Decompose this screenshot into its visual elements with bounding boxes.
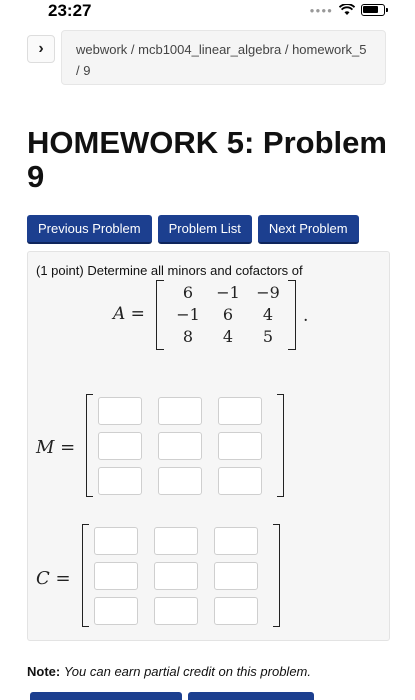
matrix-a-name: A xyxy=(113,304,126,324)
cofactor-input-2-1[interactable] xyxy=(94,562,138,590)
previous-problem-button[interactable]: Previous Problem xyxy=(27,215,152,244)
left-bracket xyxy=(82,524,89,627)
minor-input-1-2[interactable] xyxy=(158,397,202,425)
matrix-a-cell: 8 xyxy=(182,327,194,346)
note-text: You can earn partial credit on this prob… xyxy=(63,664,311,679)
problem-statement: (1 point) Determine all minors and cofac… xyxy=(36,263,303,278)
cofactor-input-1-3[interactable] xyxy=(214,527,258,555)
wifi-icon xyxy=(339,4,355,15)
signal-icon: ●●●● xyxy=(309,5,333,15)
next-problem-button[interactable]: Next Problem xyxy=(257,215,359,244)
matrix-a-cell: −1 xyxy=(176,305,200,324)
cofactor-input-3-1[interactable] xyxy=(94,597,138,625)
matrix-a-label: A = xyxy=(113,304,145,324)
status-time: 23:27 xyxy=(48,1,92,20)
minor-input-3-3[interactable] xyxy=(218,467,262,495)
breadcrumb[interactable]: webwork / mcb1004_linear_algebra / homew… xyxy=(61,30,386,85)
minor-input-3-1[interactable] xyxy=(98,467,142,495)
cofactor-matrix-name: C xyxy=(36,568,50,589)
page-title: HOMEWORK 5: Problem 9 xyxy=(27,125,387,194)
cofactor-input-2-3[interactable] xyxy=(214,562,258,590)
breadcrumb-toggle-button[interactable]: › xyxy=(27,35,55,63)
equals-sign: = xyxy=(49,568,71,589)
cofactor-input-2-2[interactable] xyxy=(154,562,198,590)
matrix-a-cell: 4 xyxy=(222,327,234,346)
minor-input-3-2[interactable] xyxy=(158,467,202,495)
minor-input-2-1[interactable] xyxy=(98,432,142,460)
right-bracket xyxy=(288,280,296,350)
matrix-a-cell: −1 xyxy=(216,283,240,302)
problem-list-button[interactable]: Problem List xyxy=(157,215,252,244)
minor-input-2-2[interactable] xyxy=(158,432,202,460)
status-icons: ●●●● xyxy=(309,4,388,16)
battery-icon xyxy=(361,4,388,16)
chevron-right-icon: › xyxy=(38,40,44,57)
breadcrumb-path[interactable]: webwork / mcb1004_linear_algebra / homew… xyxy=(76,42,367,78)
matrix-a-cell: 5 xyxy=(262,327,274,346)
left-bracket xyxy=(86,394,93,497)
minor-input-2-3[interactable] xyxy=(218,432,262,460)
minor-matrix-label: M = xyxy=(36,437,75,458)
right-bracket xyxy=(273,524,280,627)
equals-sign: = xyxy=(125,304,145,324)
minor-matrix xyxy=(86,394,284,497)
status-bar: 23:27 ●●●● xyxy=(0,0,415,24)
right-bracket xyxy=(277,394,284,497)
matrix-a: 6 −1 −9 −1 6 4 8 4 5 xyxy=(156,280,296,350)
minor-input-1-1[interactable] xyxy=(98,397,142,425)
matrix-a-cell: 4 xyxy=(262,305,274,324)
partial-credit-note: Note: You can earn partial credit on thi… xyxy=(27,664,311,679)
cofactor-matrix xyxy=(82,524,280,627)
cofactor-matrix-label: C = xyxy=(36,568,71,589)
minor-input-1-3[interactable] xyxy=(218,397,262,425)
minor-input-grid xyxy=(98,397,262,497)
minor-matrix-name: M xyxy=(36,437,55,458)
equals-sign: = xyxy=(54,437,76,458)
cofactor-input-3-2[interactable] xyxy=(154,597,198,625)
matrix-a-cell: −9 xyxy=(256,283,280,302)
cofactor-input-grid xyxy=(94,527,258,627)
problem-points: (1 point) xyxy=(36,263,84,278)
matrix-a-cell: 6 xyxy=(182,283,194,302)
matrix-a-grid: 6 −1 −9 −1 6 4 8 4 5 xyxy=(168,282,288,348)
left-bracket xyxy=(156,280,164,350)
matrix-a-cell: 6 xyxy=(222,305,234,324)
note-label: Note: xyxy=(27,664,61,679)
problem-nav: Previous Problem Problem List Next Probl… xyxy=(27,215,359,244)
cofactor-input-3-3[interactable] xyxy=(214,597,258,625)
check-answers-button-partial[interactable] xyxy=(188,692,314,700)
problem-prompt: Determine all minors and cofactors of xyxy=(87,263,303,278)
cofactor-input-1-2[interactable] xyxy=(154,527,198,555)
period: . xyxy=(303,306,309,326)
submit-button-partial[interactable] xyxy=(30,692,182,700)
problem-box: (1 point) Determine all minors and cofac… xyxy=(27,251,390,641)
cofactor-input-1-1[interactable] xyxy=(94,527,138,555)
